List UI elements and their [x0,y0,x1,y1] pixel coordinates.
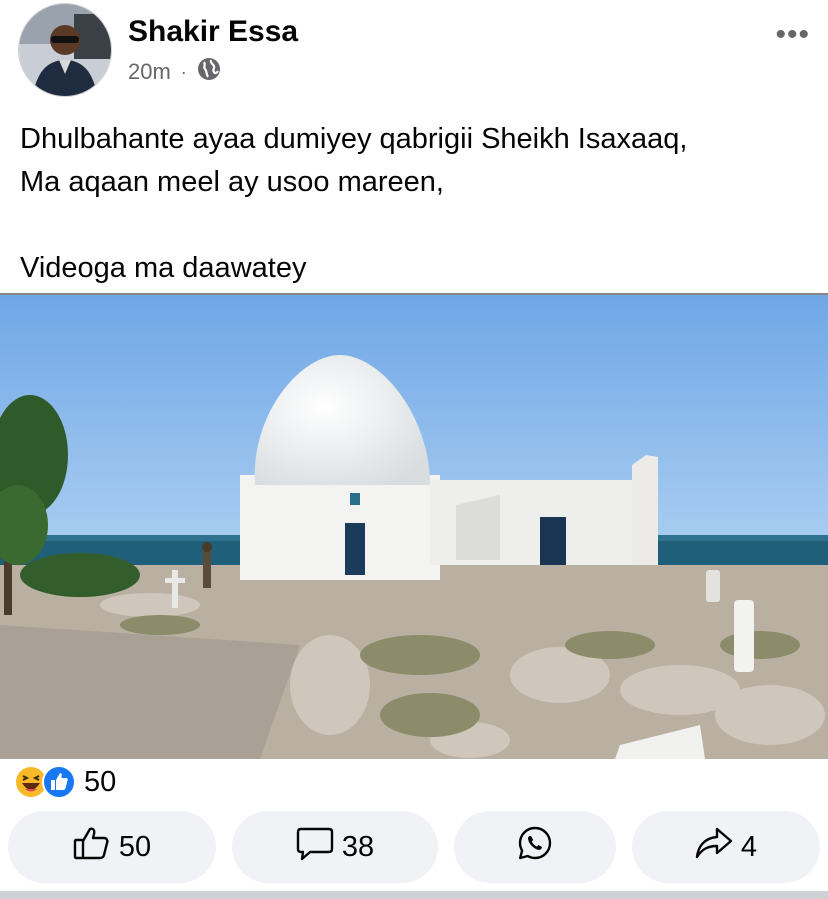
post-meta: 20m · [128,57,221,87]
thumbs-up-icon [73,825,119,869]
post-header: Shakir Essa 20m · ••• [0,0,828,100]
share-count: 4 [740,830,758,863]
reaction-summary[interactable]: 50 [14,764,116,800]
share-icon [695,825,741,869]
post-text-line: Videoga ma daawatey [20,252,307,284]
like-button[interactable]: 50 [8,811,216,883]
reaction-count: 50 [84,765,117,798]
comment-icon [296,825,342,869]
post-text-line: Dhulbahante ayaa dumiyey qabrigii Sheikh… [20,123,688,155]
share-button[interactable]: 4 [632,811,820,883]
more-options-button[interactable]: ••• [775,18,810,52]
post-image[interactable] [0,293,828,759]
author-name[interactable]: Shakir Essa [128,15,298,49]
comment-button[interactable]: 38 [232,811,438,883]
whatsapp-button[interactable] [454,811,616,883]
comment-count: 38 [341,830,375,863]
avatar[interactable] [18,3,112,97]
globe-icon [197,57,221,87]
post-divider [0,891,828,899]
meta-separator: · [180,61,187,82]
post-time[interactable]: 20m [128,59,171,85]
like-icon [42,765,76,799]
action-bar: 50 38 4 [0,811,828,883]
post-text: Dhulbahante ayaa dumiyey qabrigii Sheikh… [20,118,810,290]
like-count: 50 [118,830,152,863]
whatsapp-icon [517,825,561,869]
post-text-line: Ma aqaan meel ay usoo mareen, [20,166,444,198]
